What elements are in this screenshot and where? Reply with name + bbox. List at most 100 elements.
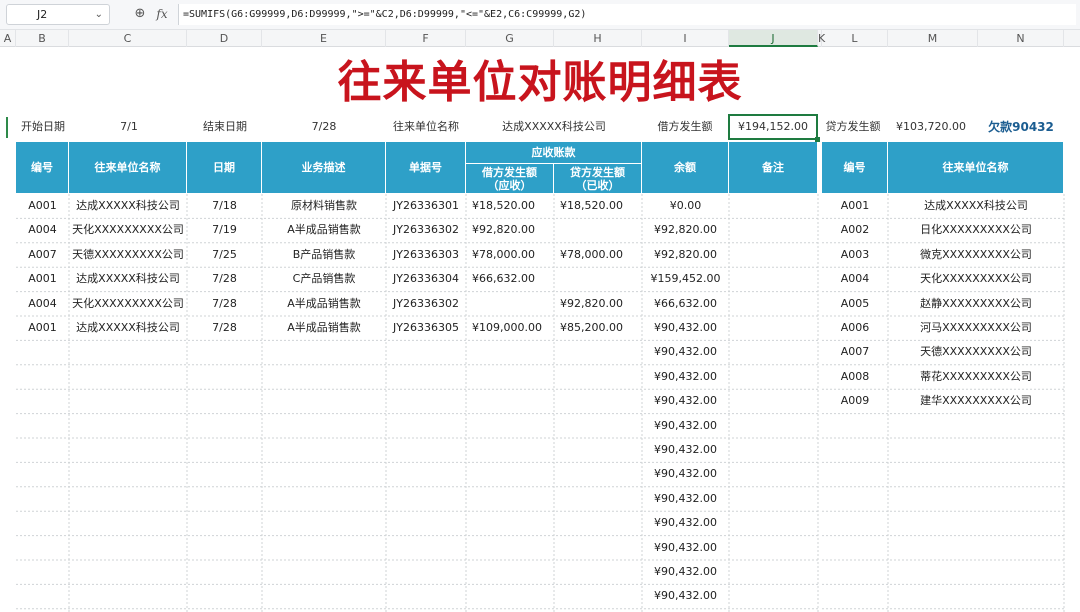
cell-credit[interactable] xyxy=(554,218,642,242)
side-cell-partner[interactable]: 蒂花XXXXXXXXX公司 xyxy=(888,365,1064,389)
cell-doc[interactable] xyxy=(386,438,466,462)
zoom-icon[interactable]: ⊕ xyxy=(132,6,148,22)
cell-balance[interactable]: ¥90,432.00 xyxy=(642,365,729,389)
cell-debit[interactable]: ¥66,632.00 xyxy=(466,267,554,291)
cell-balance[interactable]: ¥90,432.00 xyxy=(642,389,729,413)
cell-credit[interactable] xyxy=(554,536,642,560)
cell-debit[interactable]: ¥92,820.00 xyxy=(466,218,554,242)
cell-date[interactable] xyxy=(187,584,262,608)
cell-note[interactable] xyxy=(729,487,818,511)
column-header-i[interactable]: I xyxy=(642,30,729,47)
start-date-value[interactable]: 7/1 xyxy=(70,116,188,138)
cell-balance[interactable]: ¥159,452.00 xyxy=(642,267,729,291)
cell-desc[interactable] xyxy=(262,365,386,389)
cell-debit[interactable] xyxy=(466,536,554,560)
cell-balance[interactable]: ¥66,632.00 xyxy=(642,292,729,316)
cell-debit[interactable] xyxy=(466,462,554,486)
side-cell-partner[interactable] xyxy=(888,536,1064,560)
cell-date[interactable]: 7/18 xyxy=(187,194,262,218)
cell-credit[interactable]: ¥18,520.00 xyxy=(554,194,642,218)
cell-note[interactable] xyxy=(729,462,818,486)
cell-doc[interactable] xyxy=(386,389,466,413)
side-cell-partner[interactable] xyxy=(888,511,1064,535)
column-header-l[interactable]: L xyxy=(822,30,888,47)
side-cell-partner[interactable]: 天化XXXXXXXXX公司 xyxy=(888,267,1064,291)
cell-date[interactable] xyxy=(187,511,262,535)
cell-credit[interactable] xyxy=(554,438,642,462)
side-cell-code[interactable]: A005 xyxy=(822,292,888,316)
cell-debit[interactable] xyxy=(466,438,554,462)
side-cell-partner[interactable] xyxy=(888,414,1064,438)
cell-doc[interactable] xyxy=(386,414,466,438)
cell-doc[interactable] xyxy=(386,462,466,486)
cell-code[interactable]: A001 xyxy=(16,194,69,218)
side-cell-partner[interactable] xyxy=(888,487,1064,511)
cell-debit[interactable] xyxy=(466,560,554,584)
cell-desc[interactable]: B产品销售款 xyxy=(262,243,386,267)
cell-code[interactable] xyxy=(16,389,69,413)
cell-doc[interactable] xyxy=(386,560,466,584)
column-header-a[interactable]: A xyxy=(0,30,16,47)
cell-note[interactable] xyxy=(729,560,818,584)
cell-credit[interactable] xyxy=(554,462,642,486)
cell-desc[interactable] xyxy=(262,414,386,438)
side-cell-code[interactable]: A009 xyxy=(822,389,888,413)
side-cell-code[interactable] xyxy=(822,536,888,560)
cell-code[interactable] xyxy=(16,462,69,486)
cell-partner[interactable]: 天德XXXXXXXXX公司 xyxy=(69,243,187,267)
cell-partner[interactable] xyxy=(69,414,187,438)
side-cell-code[interactable] xyxy=(822,560,888,584)
cell-note[interactable] xyxy=(729,365,818,389)
cell-balance[interactable]: ¥90,432.00 xyxy=(642,511,729,535)
cell-date[interactable] xyxy=(187,389,262,413)
cell-balance[interactable]: ¥90,432.00 xyxy=(642,560,729,584)
cell-debit[interactable]: ¥18,520.00 xyxy=(466,194,554,218)
cell-date[interactable] xyxy=(187,438,262,462)
cell-note[interactable] xyxy=(729,414,818,438)
cell-code[interactable] xyxy=(16,365,69,389)
cell-partner[interactable] xyxy=(69,511,187,535)
column-header-h[interactable]: H xyxy=(554,30,642,47)
chevron-down-icon[interactable]: ⌄ xyxy=(95,5,103,24)
cell-credit[interactable] xyxy=(554,267,642,291)
cell-credit[interactable] xyxy=(554,365,642,389)
column-header-c[interactable]: C xyxy=(69,30,187,47)
cell-partner[interactable] xyxy=(69,389,187,413)
cell-note[interactable] xyxy=(729,316,818,340)
cell-note[interactable] xyxy=(729,438,818,462)
cell-balance[interactable]: ¥92,820.00 xyxy=(642,243,729,267)
cell-debit[interactable] xyxy=(466,584,554,608)
cell-balance[interactable]: ¥90,432.00 xyxy=(642,584,729,608)
column-header-j[interactable]: J xyxy=(729,30,818,47)
cell-desc[interactable] xyxy=(262,438,386,462)
cell-debit[interactable]: ¥109,000.00 xyxy=(466,316,554,340)
partner-value[interactable]: 达成XXXXX科技公司 xyxy=(466,116,642,138)
cell-code[interactable] xyxy=(16,438,69,462)
cell-code[interactable] xyxy=(16,584,69,608)
cell-desc[interactable]: C产品销售款 xyxy=(262,267,386,291)
cell-partner[interactable]: 达成XXXXX科技公司 xyxy=(69,316,187,340)
side-cell-partner[interactable] xyxy=(888,462,1064,486)
credit-total-value[interactable]: ¥103,720.00 xyxy=(888,116,974,138)
cell-date[interactable]: 7/19 xyxy=(187,218,262,242)
side-cell-code[interactable]: A001 xyxy=(822,194,888,218)
cell-code[interactable]: A007 xyxy=(16,243,69,267)
function-icon[interactable]: fx xyxy=(153,5,171,23)
side-cell-code[interactable] xyxy=(822,511,888,535)
cell-partner[interactable]: 达成XXXXX科技公司 xyxy=(69,194,187,218)
cell-code[interactable] xyxy=(16,487,69,511)
column-header-b[interactable]: B xyxy=(16,30,69,47)
cell-note[interactable] xyxy=(729,194,818,218)
side-cell-code[interactable] xyxy=(822,487,888,511)
cell-note[interactable] xyxy=(729,267,818,291)
cell-debit[interactable] xyxy=(466,487,554,511)
cell-partner[interactable] xyxy=(69,340,187,364)
side-cell-partner[interactable]: 天德XXXXXXXXX公司 xyxy=(888,340,1064,364)
side-cell-code[interactable] xyxy=(822,414,888,438)
cell-balance[interactable]: ¥90,432.00 xyxy=(642,536,729,560)
cell-debit[interactable] xyxy=(466,340,554,364)
cell-desc[interactable]: 原材料销售款 xyxy=(262,194,386,218)
name-box[interactable]: J2 ⌄ xyxy=(6,4,110,25)
cell-code[interactable] xyxy=(16,511,69,535)
cell-credit[interactable] xyxy=(554,414,642,438)
